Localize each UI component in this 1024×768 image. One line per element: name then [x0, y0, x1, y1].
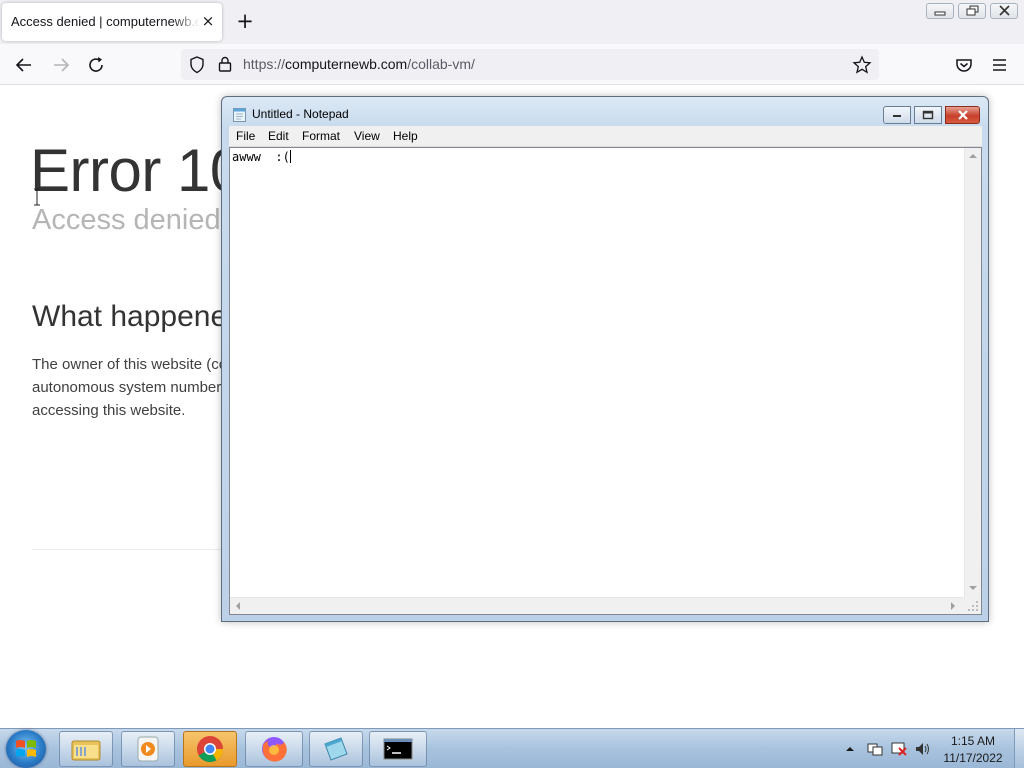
media-player-icon [137, 736, 159, 762]
text-caret [289, 150, 291, 163]
show-hidden-icons-icon[interactable] [845, 745, 855, 753]
pocket-button[interactable] [952, 53, 976, 77]
cmd-icon [383, 738, 413, 760]
network-disconnected-icon[interactable] [890, 741, 908, 757]
scroll-down-arrow-icon[interactable] [969, 585, 977, 591]
horizontal-scrollbar[interactable] [230, 597, 964, 614]
notepad-title: Untitled - Notepad [252, 107, 349, 121]
notepad-icon [233, 108, 246, 122]
notepad-window[interactable]: Untitled - Notepad File Edit Format View… [221, 96, 989, 622]
vm-restore-button[interactable] [958, 3, 986, 19]
tab-title-fade [172, 9, 200, 35]
menu-edit[interactable]: Edit [268, 129, 289, 143]
menu-view[interactable]: View [354, 129, 380, 143]
browser-nav-bar: https://computernewb.com/collab-vm/ [0, 44, 1024, 85]
chrome-icon [197, 736, 224, 763]
firefox-icon [262, 737, 287, 762]
url-path: /collab-vm/ [407, 56, 475, 72]
folder-icon [71, 740, 101, 761]
back-button[interactable] [12, 53, 36, 77]
notepad-maximize-button[interactable] [914, 106, 942, 124]
minimize-icon [893, 115, 901, 117]
maximize-icon [922, 110, 934, 120]
browser-tab[interactable]: Access denied | computernewb.com × [2, 3, 222, 41]
menu-file[interactable]: File [236, 129, 255, 143]
taskbar-media-player[interactable] [121, 731, 175, 767]
text-cursor-icon [34, 188, 40, 206]
tab-close-icon[interactable]: × [200, 13, 216, 29]
url-scheme: https:// [243, 56, 286, 72]
error-subtitle: Access denied [32, 204, 221, 236]
resize-grip-icon [968, 601, 978, 611]
notepad-minimize-button[interactable] [883, 106, 911, 124]
clock-time: 1:15 AM [950, 734, 996, 748]
taskbar-file-explorer[interactable] [59, 731, 113, 767]
volume-icon[interactable] [914, 741, 932, 757]
minimize-icon [934, 11, 946, 16]
hamburger-menu-icon [993, 59, 1006, 71]
browser-tab-bar: Access denied | computernewb.com × + [0, 0, 1024, 44]
start-button[interactable] [6, 730, 46, 768]
url-text[interactable]: https://computernewb.com/collab-vm/ [243, 56, 475, 72]
notepad-close-button[interactable] [945, 106, 980, 124]
action-center-flag-icon[interactable] [866, 741, 884, 757]
taskbar-chrome[interactable] [183, 731, 237, 767]
scroll-left-arrow-icon[interactable] [235, 602, 241, 610]
menu-help[interactable]: Help [393, 129, 418, 143]
tab-title: Access denied | computernewb.com [11, 14, 199, 29]
scroll-up-arrow-icon[interactable] [969, 153, 977, 159]
explanation-line-3: accessing this website. [32, 402, 186, 419]
url-domain: computernewb.com [285, 56, 408, 72]
notepad-content: awww :( [232, 150, 291, 164]
url-bar[interactable]: https://computernewb.com/collab-vm/ [181, 49, 879, 80]
vm-minimize-button[interactable] [926, 3, 954, 19]
resize-grip[interactable] [964, 597, 981, 614]
taskbar-firefox[interactable] [245, 731, 303, 767]
taskbar-command-prompt[interactable] [369, 731, 427, 767]
app-menu-button[interactable] [988, 53, 1012, 77]
bookmark-star-icon[interactable] [852, 55, 872, 75]
notepad-text-area[interactable]: awww :( [229, 147, 982, 615]
lock-icon[interactable] [218, 56, 232, 73]
notepad-text: awww :( [232, 150, 290, 164]
reload-icon [89, 57, 103, 72]
notepad-icon [324, 737, 348, 761]
vm-close-button[interactable] [990, 3, 1018, 19]
taskbar-notepad[interactable] [309, 731, 363, 767]
tracking-protection-shield-icon[interactable] [189, 56, 205, 74]
new-tab-button[interactable]: + [234, 11, 256, 33]
close-icon [957, 110, 968, 120]
taskbar: 1:15 AM 11/17/2022 [0, 728, 1024, 768]
forward-arrow-icon [54, 58, 70, 72]
forward-button[interactable] [49, 53, 73, 77]
reload-button[interactable] [84, 53, 108, 77]
menu-format[interactable]: Format [302, 129, 340, 143]
close-icon [999, 5, 1010, 16]
pocket-icon [956, 59, 972, 72]
notepad-menu-bar: File Edit Format View Help [229, 126, 982, 147]
show-desktop-button[interactable] [1014, 729, 1024, 768]
vertical-scrollbar[interactable] [964, 148, 981, 597]
clock-date: 11/17/2022 [943, 751, 1003, 765]
system-clock[interactable]: 1:15 AM 11/17/2022 [936, 733, 1010, 767]
back-arrow-icon [15, 58, 31, 72]
scroll-right-arrow-icon[interactable] [950, 602, 956, 610]
restore-icon [966, 5, 979, 16]
windows-logo-icon [16, 740, 36, 757]
